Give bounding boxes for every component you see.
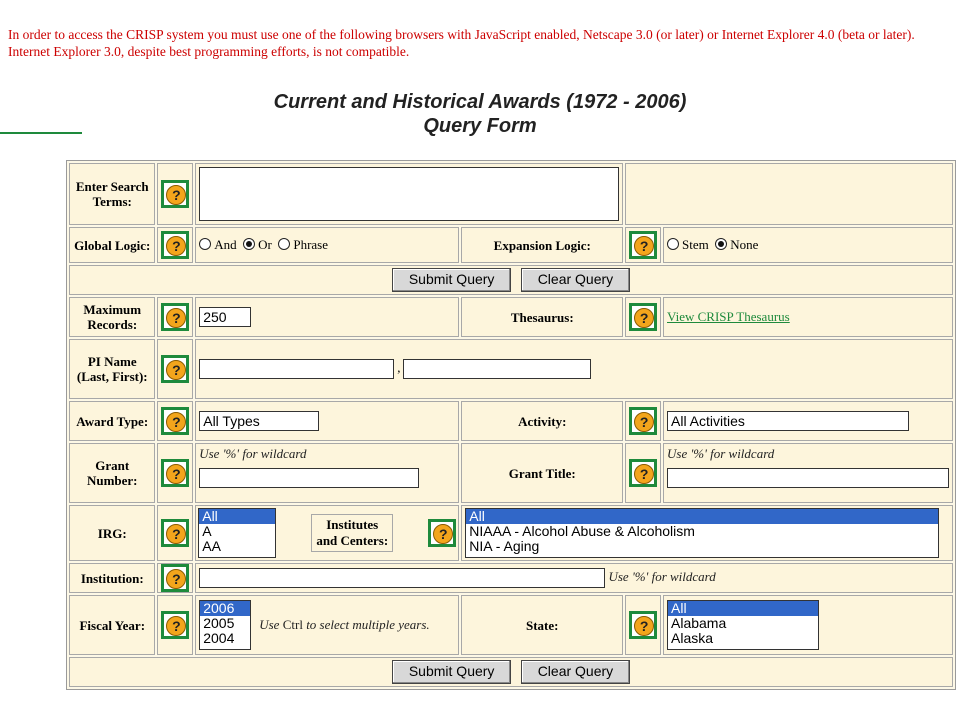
help-icon[interactable]: ? — [629, 459, 658, 487]
search-terms-label: Enter Search Terms: — [69, 163, 156, 225]
max-records-label: Maximum Records: — [69, 297, 156, 337]
radio-and[interactable]: And — [199, 237, 237, 252]
page-title: Current and Historical Awards (1972 - 20… — [0, 90, 960, 138]
institutes-listbox[interactable]: All NIAAA - Alcohol Abuse & Alcoholism N… — [465, 508, 940, 558]
search-terms-input[interactable] — [199, 167, 620, 221]
institution-hint: Use '%' for wildcard — [608, 568, 716, 584]
fiscal-year-listbox[interactable]: 2006 2005 2004 — [199, 600, 252, 650]
grant-number-label: Grant Number: — [69, 443, 156, 503]
help-icon[interactable]: ? — [161, 611, 190, 639]
list-item[interactable]: All — [199, 509, 276, 524]
pi-first-name-input[interactable] — [403, 359, 592, 379]
radio-and-circle[interactable] — [199, 238, 212, 250]
pi-name-separator: , — [397, 359, 401, 375]
award-type-select[interactable]: All Types — [199, 411, 320, 431]
grant-title-label: Grant Title: — [461, 443, 624, 503]
help-icon[interactable]: ? — [161, 519, 190, 547]
activity-label: Activity: — [461, 401, 624, 441]
grant-number-input[interactable] — [199, 468, 420, 488]
award-type-label: Award Type: — [69, 401, 156, 441]
list-item[interactable]: 2006 — [200, 601, 251, 616]
help-icon[interactable]: ? — [629, 407, 658, 435]
radio-or-circle[interactable] — [243, 238, 256, 250]
global-logic-label: Global Logic: — [69, 227, 156, 263]
list-item[interactable]: 2005 — [200, 616, 250, 631]
help-icon[interactable]: ? — [161, 303, 190, 331]
radio-stem-circle[interactable] — [667, 238, 679, 250]
grant-title-hint: Use '%' for wildcard — [667, 446, 775, 461]
list-item[interactable]: Alabama — [668, 616, 818, 631]
radio-phrase-circle[interactable] — [278, 238, 291, 250]
fiscal-year-hint: Use Ctrl to select multiple years. — [259, 617, 430, 632]
radio-none-circle[interactable] — [715, 238, 728, 250]
pi-last-name-input[interactable] — [199, 359, 395, 379]
thesaurus-link[interactable]: View CRISP Thesaurus — [667, 309, 790, 324]
submit-query-button[interactable]: Submit Query — [391, 660, 512, 684]
clear-query-button[interactable]: Clear Query — [520, 268, 631, 292]
list-item[interactable]: All — [466, 509, 939, 524]
clear-query-button[interactable]: Clear Query — [520, 660, 631, 684]
submit-query-button[interactable]: Submit Query — [391, 268, 512, 292]
browser-notice: In order to access the CRISP system you … — [8, 27, 915, 59]
irg-listbox[interactable]: All A AA — [198, 508, 277, 558]
page-title-line1: Current and Historical Awards (1972 - 20… — [273, 91, 687, 113]
help-icon[interactable]: ? — [161, 459, 190, 487]
max-records-input[interactable]: 250 — [199, 307, 252, 327]
grant-number-hint: Use '%' for wildcard — [199, 446, 307, 461]
irg-label: IRG: — [69, 505, 156, 561]
fiscal-year-label: Fiscal Year: — [69, 595, 156, 655]
thesaurus-label: Thesaurus: — [461, 297, 624, 337]
list-item[interactable]: Alaska — [668, 631, 818, 646]
list-item[interactable]: NIA - Aging — [466, 539, 938, 554]
radio-stem[interactable]: Stem — [667, 237, 709, 252]
radio-phrase[interactable]: Phrase — [278, 237, 328, 252]
help-icon[interactable]: ? — [428, 519, 457, 547]
help-icon[interactable]: ? — [161, 231, 190, 259]
activity-select[interactable]: All Activities — [667, 411, 909, 431]
help-icon[interactable]: ? — [161, 355, 190, 383]
list-item[interactable]: A — [199, 524, 275, 539]
pi-name-label: PI Name (Last, First): — [69, 339, 156, 399]
expansion-logic-label: Expansion Logic: — [461, 227, 624, 263]
help-icon[interactable]: ? — [629, 231, 658, 259]
list-item[interactable]: All — [668, 601, 818, 616]
grant-title-input[interactable] — [667, 468, 949, 488]
list-item[interactable]: NIAAA - Alcohol Abuse & Alcoholism — [466, 524, 938, 539]
list-item[interactable]: 2004 — [200, 631, 250, 646]
institution-input[interactable] — [199, 568, 606, 588]
state-label: State: — [461, 595, 624, 655]
help-icon[interactable]: ? — [161, 564, 190, 592]
help-icon[interactable]: ? — [161, 407, 190, 435]
radio-none[interactable]: None — [715, 237, 758, 252]
state-listbox[interactable]: All Alabama Alaska — [667, 600, 819, 650]
radio-or[interactable]: Or — [243, 237, 272, 252]
green-rule — [0, 132, 82, 134]
page-title-line2: Query Form — [423, 115, 537, 137]
query-form: Enter Search Terms: ? Global Logic: ? An… — [66, 160, 956, 690]
help-icon[interactable]: ? — [629, 303, 658, 331]
help-icon[interactable]: ? — [629, 611, 658, 639]
institutes-label: Institutes and Centers: — [311, 514, 394, 552]
list-item[interactable]: AA — [199, 539, 275, 554]
help-icon[interactable]: ? — [161, 180, 190, 208]
institution-label: Institution: — [69, 563, 156, 593]
